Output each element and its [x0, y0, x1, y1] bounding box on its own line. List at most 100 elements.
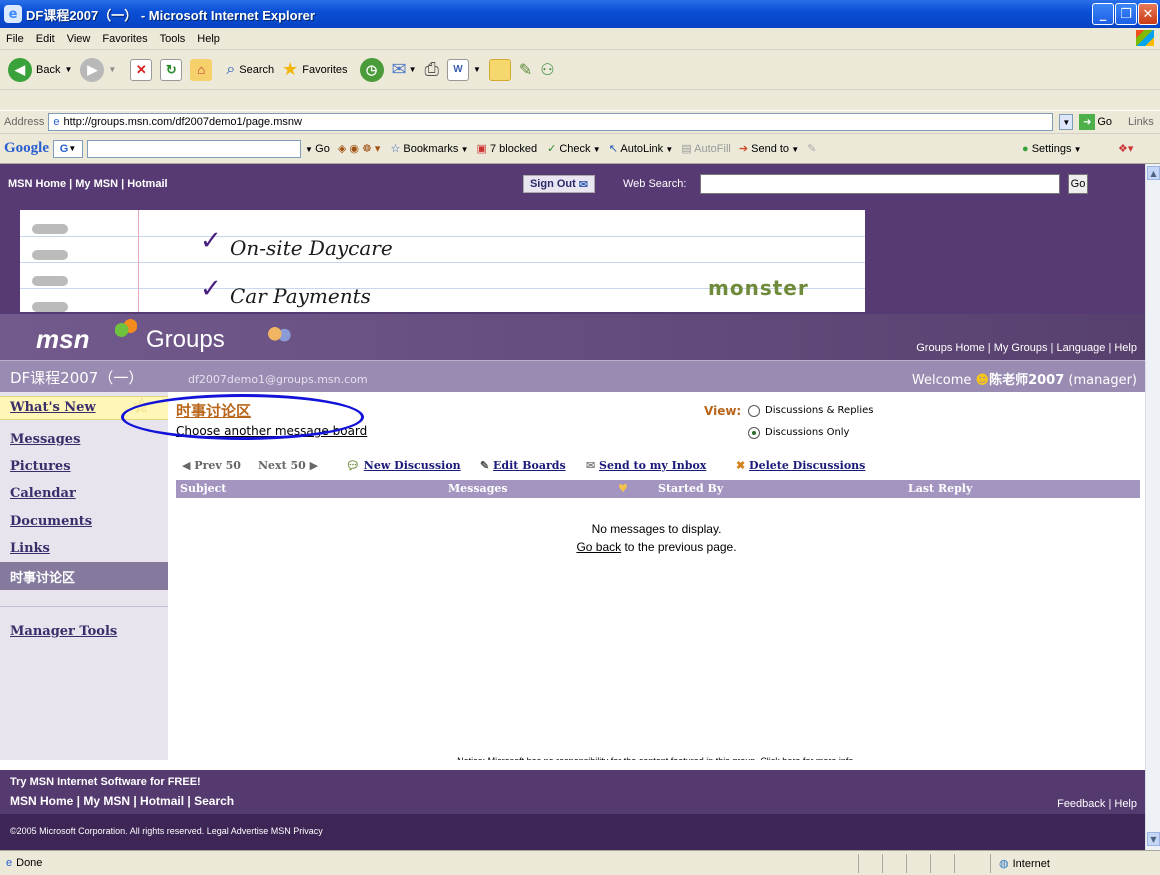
new-discussion-button[interactable]: 💬︎ New Discussion: [346, 459, 461, 472]
google-tool-icons[interactable]: ◈ ◉ ☸ ▾: [338, 142, 381, 155]
sign-out-button[interactable]: Sign Out ✉: [523, 175, 595, 193]
dropdown-icon: ▼: [68, 144, 77, 153]
minimize-button[interactable]: _: [1092, 3, 1114, 25]
monster-ad-banner[interactable]: ✓ On-site Daycare ✓ Car Payments monster: [20, 210, 865, 312]
links-button[interactable]: Links: [1128, 116, 1154, 128]
dropdown-icon: ▼: [305, 144, 316, 154]
ad-line-1: On-site Daycare: [230, 236, 393, 260]
stop-button[interactable]: ✕: [130, 58, 153, 81]
smiley-icon: ☻: [975, 373, 990, 388]
column-started-by[interactable]: Started By: [658, 482, 723, 495]
web-search-input[interactable]: [700, 174, 1060, 194]
scroll-up-icon[interactable]: ▲: [1147, 166, 1160, 180]
group-email[interactable]: df2007demo1@groups.msn.com: [188, 373, 368, 386]
radio-label-discussions-only: Discussions Only: [765, 427, 850, 438]
print-button[interactable]: ⎙: [425, 59, 439, 80]
prev-arrow-icon: ◀: [182, 459, 195, 472]
folder-button[interactable]: [488, 58, 511, 81]
address-input[interactable]: e http://groups.msn.com/df2007demo1/page…: [48, 113, 1054, 131]
new-discussion-label: New Discussion: [363, 459, 461, 472]
settings-button[interactable]: ● Settings ▼: [1022, 143, 1082, 155]
pencil-icon[interactable]: ✎: [807, 142, 816, 155]
menu-tools[interactable]: Tools: [160, 33, 186, 45]
sidebar-item-messages[interactable]: Messages: [10, 432, 80, 447]
autofill-label: AutoFill: [694, 143, 731, 155]
column-last-reply[interactable]: Last Reply: [908, 482, 972, 495]
group-sidebar: What's New ☆ Messages Pictures Calendar …: [0, 392, 168, 760]
popup-blocked-button[interactable]: ▣ 7 blocked: [477, 142, 538, 155]
delete-discussions-button[interactable]: ✖ Delete Discussions: [736, 459, 865, 472]
sendto-button[interactable]: ➔ Send to ▼: [739, 142, 799, 155]
maximize-button[interactable]: ❐: [1115, 3, 1137, 25]
column-messages[interactable]: Messages: [448, 482, 508, 495]
mail-button[interactable]: ✉ ▼: [392, 59, 417, 80]
menu-favorites[interactable]: Favorites: [102, 33, 147, 45]
send-to-inbox-button[interactable]: ✉ Send to my Inbox: [586, 459, 706, 472]
back-button[interactable]: ◀ Back ▼: [8, 57, 72, 82]
favorites-button[interactable]: ★ Favorites: [282, 59, 347, 80]
autolink-button[interactable]: ↖ AutoLink ▼: [609, 142, 674, 155]
sidebar-item-manager-tools[interactable]: Manager Tools: [10, 624, 117, 639]
status-cell: [930, 854, 954, 873]
menu-edit[interactable]: Edit: [36, 33, 55, 45]
home-button[interactable]: ⌂: [190, 58, 213, 81]
msn-logo[interactable]: msn: [36, 324, 89, 355]
radio-discussions-only[interactable]: [748, 427, 760, 439]
history-icon: ◷: [359, 57, 384, 82]
column-subject[interactable]: Subject: [180, 482, 226, 495]
user-name[interactable]: 陈老师2007: [989, 373, 1064, 388]
menu-file[interactable]: File: [6, 33, 24, 45]
address-dropdown-icon[interactable]: ▼: [1059, 114, 1074, 130]
search-button[interactable]: ⌕ Search: [226, 61, 274, 79]
google-search-input[interactable]: [87, 139, 301, 158]
favorites-label: Favorites: [302, 63, 348, 76]
google-menu-button[interactable]: G ▼: [53, 139, 83, 158]
stop-icon: ✕: [130, 58, 153, 81]
mail-icon: ✉: [391, 59, 407, 79]
menu-help[interactable]: Help: [197, 33, 220, 45]
bookmarks-button[interactable]: ☆ Bookmarks ▼: [390, 142, 468, 155]
vertical-scrollbar[interactable]: ▲ ▼: [1145, 164, 1160, 850]
edit-button[interactable]: W ▼: [446, 58, 481, 81]
autofill-button[interactable]: ▤ AutoFill: [681, 142, 731, 155]
translate-icon[interactable]: ❖▾: [1118, 142, 1133, 155]
status-cell: [954, 854, 978, 873]
page-icon: e: [53, 116, 60, 128]
browser-window: e DF课程2007（一） - Microsoft Internet Explo…: [0, 0, 1160, 875]
address-go-button[interactable]: ➜ Go: [1079, 114, 1112, 130]
search-icon: ⌕: [226, 60, 236, 78]
scroll-down-icon[interactable]: ▼: [1147, 832, 1160, 846]
print-icon: ⎙: [424, 59, 439, 79]
groups-links[interactable]: Groups Home | My Groups | Language | Hel…: [916, 342, 1137, 354]
status-bar: e Done ◍ Internet: [0, 850, 1160, 875]
research-button[interactable]: ✎: [519, 60, 532, 80]
forward-button[interactable]: ▶ ▼: [80, 57, 116, 82]
history-button[interactable]: ◷: [359, 57, 384, 82]
edit-boards-button[interactable]: ✎ Edit Boards: [480, 459, 566, 472]
sidebar-item-links[interactable]: Links: [10, 541, 50, 556]
messenger-button[interactable]: ⚇: [540, 60, 554, 80]
windows-logo-icon: [1136, 30, 1154, 46]
refresh-icon: ↻: [160, 58, 183, 81]
menu-view[interactable]: View: [67, 33, 91, 45]
footer-right-links[interactable]: Feedback | Help: [1057, 798, 1137, 810]
sidebar-item-documents[interactable]: Documents: [10, 514, 92, 529]
footer-links[interactable]: MSN Home | My MSN | Hotmail | Search: [10, 794, 234, 808]
google-go-button[interactable]: ▼ Go: [305, 143, 330, 155]
prev-page-button[interactable]: ◀ Prev 50: [182, 459, 241, 472]
web-search-go-button[interactable]: Go: [1068, 174, 1088, 194]
spellcheck-button[interactable]: ✓ Check ▼: [547, 142, 601, 155]
close-button[interactable]: ✕: [1138, 3, 1158, 25]
msn-top-links[interactable]: MSN Home | My MSN | Hotmail: [8, 178, 168, 190]
sidebar-item-calendar[interactable]: Calendar: [10, 486, 76, 501]
go-back-link[interactable]: Go back: [576, 540, 621, 554]
next-page-button[interactable]: Next 50 ▶: [258, 459, 318, 472]
sidebar-item-current-board[interactable]: 时事讨论区: [0, 562, 168, 590]
refresh-button[interactable]: ↻: [160, 58, 183, 81]
msn-footer: Try MSN Internet Software for FREE! MSN …: [0, 770, 1145, 850]
notebook-margin-line: [138, 210, 139, 312]
sidebar-item-label: 时事讨论区: [10, 571, 76, 586]
sidebar-item-pictures[interactable]: Pictures: [10, 459, 71, 474]
try-msn-link[interactable]: Try MSN Internet Software for FREE!: [10, 776, 201, 788]
radio-discussions-replies[interactable]: [748, 405, 760, 417]
